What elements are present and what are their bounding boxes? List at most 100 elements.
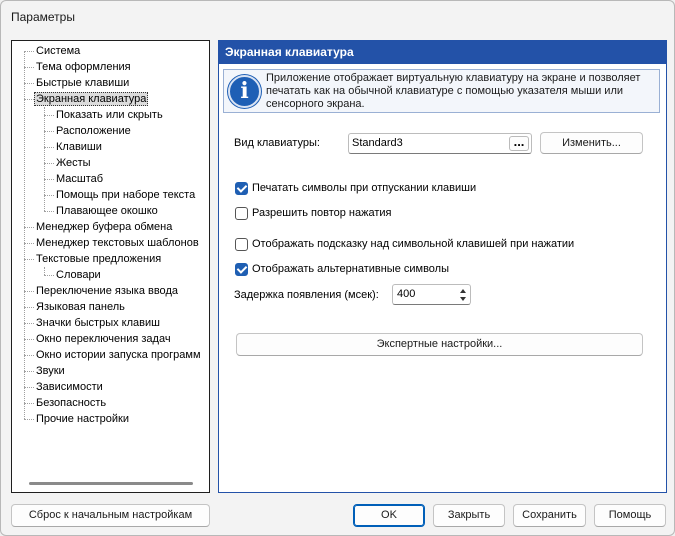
tree-connector <box>24 51 34 52</box>
tree-item-label: Значки быстрых клавиш <box>36 317 160 329</box>
delay-spinbox[interactable]: 400 <box>392 284 471 305</box>
panel-title: Экранная клавиатура <box>219 41 666 64</box>
tree-item-label: Показать или скрыть <box>56 109 163 121</box>
tree-connector <box>24 291 34 292</box>
tree-item-label: Тема оформления <box>36 61 131 73</box>
tree-item[interactable]: Жесты <box>54 155 93 171</box>
tree-item[interactable]: Зависимости <box>34 379 105 395</box>
keyboard-type-field[interactable]: Standard3 ... <box>348 133 532 154</box>
tree-item-label: Расположение <box>56 125 131 137</box>
tree-item[interactable]: Переключение языка ввода <box>34 283 180 299</box>
tree-connector <box>44 115 54 116</box>
settings-window: Параметры Система Тема оформления Быстрые … <box>0 0 675 536</box>
keyboard-type-label: Вид клавиатуры: <box>234 137 320 149</box>
tree-item-label: Словари <box>56 269 101 281</box>
tree-connector <box>24 307 34 308</box>
close-button[interactable]: Закрыть <box>433 504 505 527</box>
tree-item-label: Клавиши <box>56 141 102 153</box>
tree-item[interactable]: Экранная клавиатура <box>34 91 149 107</box>
tree-connector <box>44 131 54 132</box>
tree-item-label: Звуки <box>36 365 65 377</box>
tree-connector <box>44 211 54 212</box>
tree-item-label: Помощь при наборе текста <box>56 189 196 201</box>
info-box: i Приложение отображает виртуальную клав… <box>223 69 660 113</box>
tree-item[interactable]: Быстрые клавиши <box>34 75 131 91</box>
tree-item[interactable]: Показать или скрыть <box>54 107 165 123</box>
tree-item[interactable]: Система <box>34 43 82 59</box>
save-button[interactable]: Сохранить <box>513 504 586 527</box>
checkbox-show-hint[interactable] <box>235 238 248 251</box>
tree-item-label: Жесты <box>56 157 91 169</box>
tree-connector <box>24 259 34 260</box>
delay-label: Задержка появления (мсек): <box>234 289 379 301</box>
tree-item[interactable]: Окно переключения задач <box>34 331 173 347</box>
tree-item[interactable]: Окно истории запуска программ <box>34 347 203 363</box>
settings-tree[interactable]: Система Тема оформления Быстрые клавиши Экр… <box>11 40 210 493</box>
tree-item[interactable]: Менеджер текстовых шаблонов <box>34 235 201 251</box>
tree-connector <box>44 275 54 276</box>
settings-panel: Экранная клавиатура i Приложение отображ… <box>218 40 667 493</box>
tree-item-label: Масштаб <box>56 173 104 185</box>
tree-connector <box>24 227 34 228</box>
tree-horizontal-scrollbar[interactable] <box>29 482 193 485</box>
tree-connector <box>24 339 34 340</box>
checkbox-label: Разрешить повтор нажатия <box>252 207 392 219</box>
tree-item-label: Система <box>36 45 81 57</box>
delay-value: 400 <box>397 288 416 300</box>
ok-button[interactable]: OK <box>353 504 425 527</box>
tree-item-label: Окно истории запуска программ <box>36 349 201 361</box>
tree-connector <box>44 179 54 180</box>
tree-item[interactable]: Клавиши <box>54 139 104 155</box>
tree-item[interactable]: Расположение <box>54 123 133 139</box>
tree-connector <box>44 107 45 211</box>
checkbox-label: Отображать альтернативные символы <box>252 263 450 275</box>
tree-connector <box>44 195 54 196</box>
tree-connector <box>24 323 34 324</box>
tree-connector <box>24 355 34 356</box>
reset-defaults-button[interactable]: Сброс к начальным настройкам <box>11 504 210 527</box>
tree-item[interactable]: Помощь при наборе текста <box>54 187 197 203</box>
checkbox-print-on-release[interactable] <box>235 182 248 195</box>
tree-item[interactable]: Словари <box>54 267 103 283</box>
tree-item-label: Языковая панель <box>36 301 125 313</box>
tree-connector <box>24 83 34 84</box>
tree-item-label: Переключение языка ввода <box>36 285 178 297</box>
window-title: Параметры <box>11 10 75 24</box>
checkbox-allow-repeat[interactable] <box>235 207 248 220</box>
tree-item[interactable]: Прочие настройки <box>34 411 131 427</box>
tree-connector <box>24 51 25 419</box>
tree-item[interactable]: Значки быстрых клавиш <box>34 315 162 331</box>
tree-item-label: Зависимости <box>36 381 103 393</box>
tree-item[interactable]: Безопасность <box>34 395 108 411</box>
tree-item-label: Плавающее окошко <box>56 205 158 217</box>
tree-item-label: Менеджер текстовых шаблонов <box>36 237 199 249</box>
browse-button[interactable]: ... <box>509 135 529 151</box>
checkbox-label: Отображать подсказку над символьной клав… <box>252 238 575 250</box>
tree-item[interactable]: Менеджер буфера обмена <box>34 219 174 235</box>
checkbox-label: Печатать символы при отпускании клавиши <box>252 182 477 194</box>
expert-settings-button[interactable]: Экспертные настройки... <box>236 333 643 356</box>
tree-connector <box>44 163 54 164</box>
checkbox-alt-symbols[interactable] <box>235 263 248 276</box>
tree-item[interactable]: Тема оформления <box>34 59 133 75</box>
spin-down-icon[interactable] <box>460 297 466 301</box>
tree-connector <box>44 267 45 275</box>
tree-connector <box>24 371 34 372</box>
spin-up-icon[interactable] <box>460 289 466 293</box>
tree-item[interactable]: Масштаб <box>54 171 105 187</box>
tree-item[interactable]: Плавающее окошко <box>54 203 160 219</box>
tree-connector <box>24 419 34 420</box>
tree-item-label: Прочие настройки <box>36 413 130 425</box>
tree-connector <box>24 99 34 100</box>
tree-item-label: Безопасность <box>36 397 107 409</box>
tree-item[interactable]: Языковая панель <box>34 299 127 315</box>
help-button[interactable]: Помощь <box>594 504 666 527</box>
tree-item[interactable]: Текстовые предложения <box>34 251 163 267</box>
tree-item-label: Быстрые клавиши <box>36 77 130 89</box>
tree-connector <box>24 387 34 388</box>
tree-connector <box>24 243 34 244</box>
tree-item[interactable]: Звуки <box>34 363 67 379</box>
change-button[interactable]: Изменить... <box>540 132 643 154</box>
tree-item-label: Менеджер буфера обмена <box>36 221 173 233</box>
tree-connector <box>24 403 34 404</box>
